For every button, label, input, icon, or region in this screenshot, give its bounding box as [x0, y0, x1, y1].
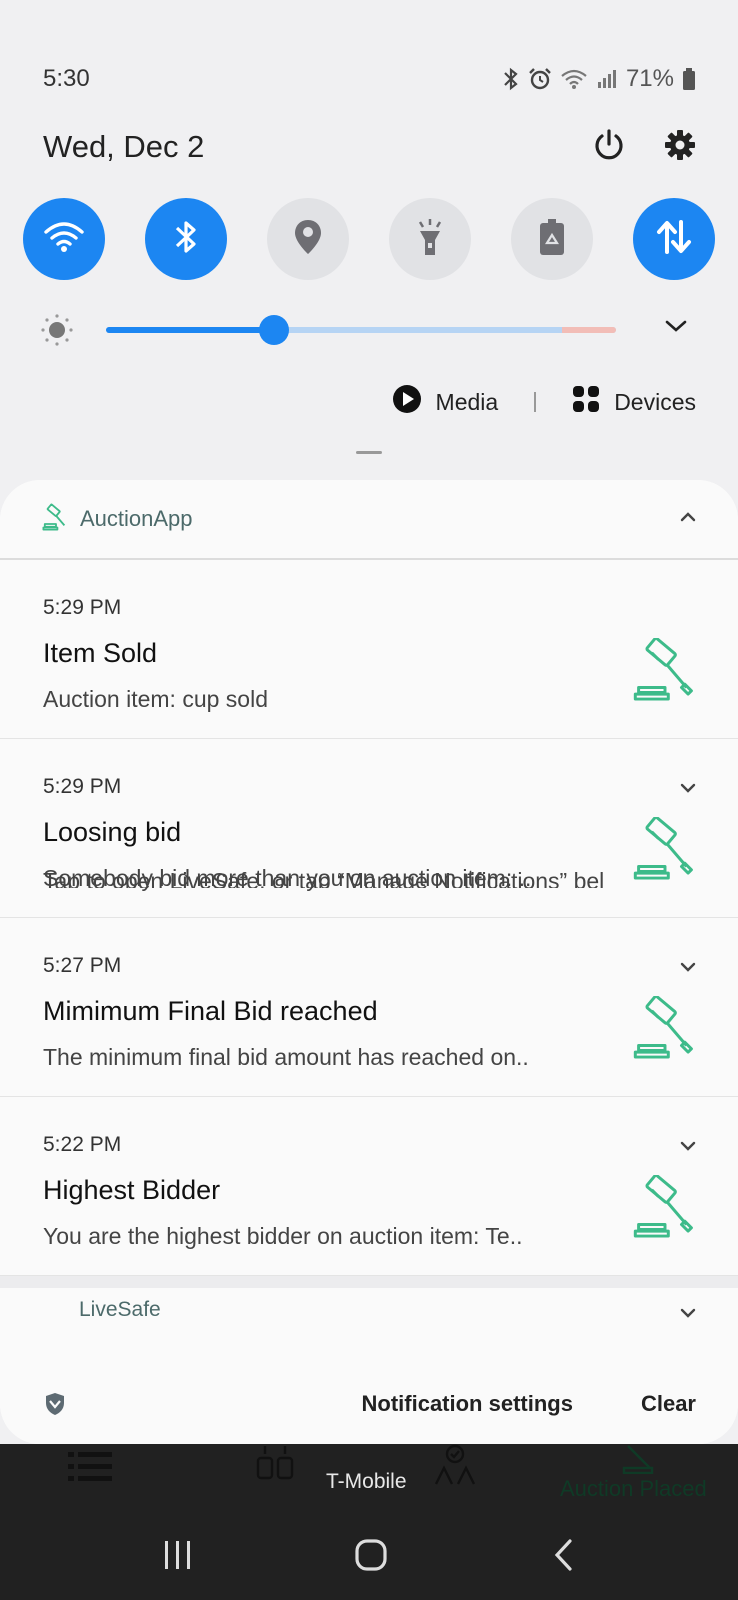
power-saving-toggle[interactable]	[511, 198, 593, 280]
notification-title: Mimimum Final Bid reached	[43, 996, 378, 1026]
devices-button[interactable]: Devices	[572, 385, 696, 419]
home-icon[interactable]	[354, 1538, 388, 1577]
group-divider	[0, 1276, 738, 1288]
panel-drag-handle[interactable]	[356, 451, 382, 454]
brightness-thumb[interactable]	[259, 315, 290, 345]
app-name: LiveSafe	[79, 1298, 161, 1321]
menu-list-icon	[68, 1450, 114, 1489]
flashlight-toggle[interactable]	[389, 198, 471, 280]
location-toggle[interactable]	[267, 198, 349, 280]
app-group-header[interactable]: AuctionApp	[0, 480, 738, 560]
status-time: 5:30	[43, 65, 90, 92]
battery-icon	[682, 68, 696, 90]
media-label: Media	[435, 388, 499, 415]
notification-body: You are the highest bidder on auction it…	[43, 1223, 523, 1249]
wifi-toggle[interactable]	[23, 198, 105, 280]
livesafe-notification-body[interactable]: Tap to open LiveSafe, or tap “Manage Not…	[43, 870, 663, 888]
wifi-icon	[560, 68, 588, 90]
panel-header: Wed, Dec 2	[43, 122, 696, 172]
alarm-icon	[528, 67, 552, 91]
notification-settings-button[interactable]: Notification settings	[362, 1391, 573, 1417]
media-button[interactable]: Media	[392, 384, 499, 420]
notification-title: Loosing bid	[43, 817, 182, 847]
notification-item[interactable]: 5:27 PM Mimimum Final Bid reached The mini…	[0, 918, 738, 1097]
chevron-down-icon[interactable]	[680, 781, 696, 799]
brightness-track[interactable]	[106, 327, 616, 333]
navigation-bar	[0, 1510, 738, 1600]
chevron-down-icon[interactable]	[664, 318, 688, 339]
date-label: Wed, Dec 2	[43, 129, 205, 164]
chevron-down-icon[interactable]	[680, 1139, 696, 1157]
livesafe-group-header[interactable]: LiveSafe	[0, 1288, 738, 1328]
status-icons: 71%	[502, 65, 696, 93]
mobile-data-toggle[interactable]	[633, 198, 715, 280]
recents-icon[interactable]	[163, 1538, 193, 1577]
hands-raised-icon	[254, 1444, 298, 1491]
notification-time: 5:29 PM	[43, 596, 122, 619]
notification-time: 5:29 PM	[43, 775, 122, 798]
back-icon[interactable]	[552, 1538, 576, 1577]
notification-item[interactable]: 5:22 PM Highest Bidder You are the highest…	[0, 1097, 738, 1276]
location-pin-icon	[293, 218, 323, 261]
brightness-icon	[40, 313, 74, 352]
app-name: AuctionApp	[80, 506, 193, 531]
livesafe-body-text: Tap to open LiveSafe, or tap “Manage Not…	[43, 870, 605, 888]
gavel-icon	[632, 994, 698, 1067]
brightness-slider[interactable]	[40, 300, 688, 360]
notification-footer: Notification settings Clear	[0, 1364, 738, 1444]
notification-body: The minimum final bid amount has reached…	[43, 1044, 529, 1070]
chevron-up-icon[interactable]	[680, 510, 696, 528]
gavel-icon	[42, 503, 70, 536]
quick-toggles	[23, 198, 715, 280]
brightness-warm-zone	[562, 327, 616, 333]
bidders-check-icon	[432, 1444, 478, 1491]
notification-title: Item Sold	[43, 638, 158, 668]
signal-icon	[596, 68, 618, 90]
notification-time: 5:22 PM	[43, 1133, 122, 1156]
bluetooth-icon	[502, 67, 520, 91]
flashlight-icon	[415, 217, 445, 262]
status-bar: 5:30 71%	[43, 62, 696, 96]
notification-item[interactable]: 5:29 PM Item Sold Auction item: cup sold	[0, 560, 738, 739]
battery-recycle-icon	[537, 217, 567, 262]
notification-time: 5:27 PM	[43, 954, 122, 977]
bluetooth-toggle[interactable]	[145, 198, 227, 280]
bluetooth-icon	[173, 218, 199, 261]
play-icon	[392, 384, 422, 420]
notification-item[interactable]: 5:29 PM Loosing bid Somebody bid more than…	[0, 739, 738, 918]
notification-title: Highest Bidder	[43, 1175, 221, 1205]
media-devices-row: Media Devices	[392, 380, 696, 424]
gear-icon[interactable]	[664, 129, 696, 166]
devices-grid-icon	[572, 385, 600, 419]
divider	[534, 392, 537, 412]
carrier-label: T-Mobile	[326, 1470, 407, 1493]
shield-icon	[44, 1391, 66, 1417]
background-app-bar: T-Mobile Auction Placed	[0, 1444, 738, 1510]
devices-label: Devices	[614, 388, 696, 415]
power-icon[interactable]	[592, 128, 626, 167]
notification-panel: AuctionApp 5:29 PM Item Sold Auction item:…	[0, 480, 738, 1444]
brightness-fill	[106, 327, 275, 333]
gavel-icon	[632, 636, 698, 709]
chevron-down-icon[interactable]	[680, 1306, 696, 1324]
data-arrows-icon	[654, 218, 694, 261]
notification-body: Auction item: cup sold	[43, 686, 269, 712]
wifi-icon	[43, 220, 85, 259]
gavel-icon	[632, 1173, 698, 1246]
auction-placed-tab: Auction Placed	[560, 1476, 707, 1501]
chevron-down-icon[interactable]	[680, 960, 696, 978]
clear-button[interactable]: Clear	[641, 1391, 696, 1417]
gavel-icon	[620, 1444, 660, 1479]
battery-percent: 71%	[625, 65, 674, 92]
